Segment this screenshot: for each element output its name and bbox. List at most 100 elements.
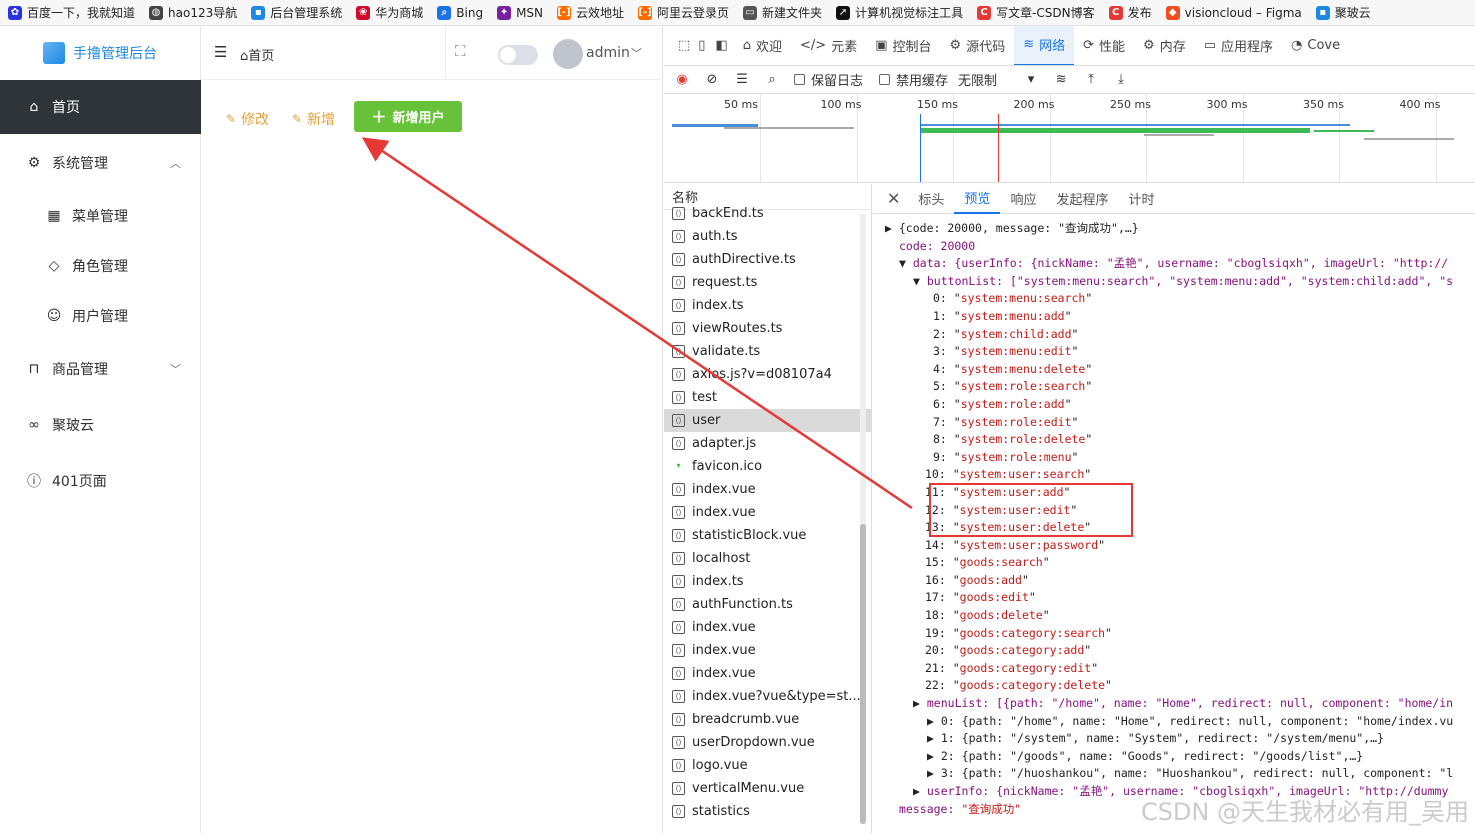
tab-devtools[interactable]: </> 元素 (791, 26, 866, 65)
search-icon[interactable]: ⌕ (764, 72, 780, 88)
sidebar-item-401[interactable]: ⓘ 401页面 (0, 454, 201, 508)
request-row[interactable]: ▾ favicon.ico (664, 455, 871, 478)
device-toggle-icon[interactable]: ▯ (694, 26, 709, 65)
breadcrumb[interactable]: ⌂首页 (240, 45, 274, 64)
request-row[interactable]: ⟨⟩ logo.vue (664, 754, 871, 777)
bookmark-item[interactable]: ➚ 计算机视觉标注工具 (836, 4, 963, 21)
close-icon[interactable]: ✕ (887, 184, 908, 214)
sidebar-item-jubo[interactable]: ∞ 聚玻云 (0, 398, 201, 452)
scrollbar-thumb[interactable] (860, 524, 866, 824)
request-row[interactable]: ⟨⟩ index.vue (664, 478, 871, 501)
edit-button[interactable]: ✎ 修改 (226, 109, 269, 129)
request-row[interactable]: ⟨⟩ axios.js?v=d08107a4 (664, 363, 871, 386)
bag-icon: ⊓ (28, 361, 40, 377)
bookmark-item[interactable]: ◆ visioncloud – Figma (1165, 5, 1302, 20)
bookmark-item[interactable]: ✿ 百度一下，我就知道 (8, 4, 135, 21)
upload-icon[interactable]: ⤒ (1083, 72, 1099, 88)
search-icon: ⌕ (437, 5, 452, 20)
tab-devtools[interactable]: ⟳ 性能 (1074, 26, 1134, 65)
record-icon[interactable]: ◉ (674, 72, 690, 88)
request-row[interactable]: ⟨⟩ breadcrumb.vue (664, 708, 871, 731)
wifi-settings-icon[interactable]: ≋ (1053, 72, 1069, 88)
request-row[interactable]: ⟨⟩ statistics (664, 800, 871, 823)
request-row[interactable]: ⟨⟩ validate.ts (664, 340, 871, 363)
json-root: ▶ {code: 20000, message: "查询成功",…} (885, 221, 1139, 235)
bookmark-item[interactable]: C 写文章-CSDN博客 (977, 4, 1095, 21)
request-row[interactable]: ⟨⟩ verticalMenu.vue (664, 777, 871, 800)
request-row[interactable]: ⟨⟩ adapter.js (664, 432, 871, 455)
tab-detail[interactable]: 发起程序 (1046, 184, 1118, 214)
sidebar-item-menu-mgmt[interactable]: ▦ 菜单管理 (0, 189, 201, 243)
filter-icon[interactable]: ☰ (734, 72, 750, 88)
request-row[interactable]: ⟨⟩ index.vue (664, 616, 871, 639)
tab-detail[interactable]: 响应 (1000, 184, 1046, 214)
tab-detail[interactable]: 预览 (954, 184, 1001, 214)
preserve-log-checkbox[interactable] (794, 74, 805, 85)
bookmark-item[interactable]: ◍ hao123导航 (149, 4, 237, 21)
sidebar-item-user-mgmt[interactable]: ☺ 用户管理 (0, 289, 201, 343)
sidebar-item-home[interactable]: ⌂ 首页 (0, 80, 201, 134)
request-row[interactable]: ⟨⟩ index.ts (664, 294, 871, 317)
tab-devtools[interactable]: ⌂ 欢迎 (734, 26, 791, 65)
dock-icon[interactable]: ◧ (709, 26, 733, 65)
plus-icon: ＋ (371, 108, 387, 126)
request-row[interactable]: ⟨⟩ authDirective.ts (664, 248, 871, 271)
logo[interactable]: 手撸管理后台 (0, 26, 200, 80)
tab-devtools[interactable]: ▣ 控制台 (866, 26, 940, 65)
bookmark-item[interactable]: [-] 云效地址 (557, 4, 624, 21)
request-row[interactable]: ⟨⟩ index.vue (664, 662, 871, 685)
bookmark-item[interactable]: ▪ 后台管理系统 (251, 4, 342, 21)
request-row[interactable]: ⟨⟩ authFunction.ts (664, 593, 871, 616)
chevron-down-icon: ﹀ (170, 363, 181, 376)
script-file-icon: ⟨⟩ (672, 575, 685, 588)
request-row[interactable]: ⟨⟩ auth.ts (664, 225, 871, 248)
sidebar-item-goods[interactable]: ⊓ 商品管理 ﹀ (0, 342, 201, 396)
timeline-bar (724, 127, 854, 129)
username[interactable]: admin (586, 45, 630, 61)
disable-cache-checkbox[interactable] (879, 74, 891, 85)
tab-devtools[interactable]: ≋ 网络 (1014, 26, 1075, 65)
throttle-select[interactable]: 无限制 (958, 70, 997, 89)
tab-detail[interactable]: 标头 (908, 184, 954, 214)
add-user-button[interactable]: ＋ 新增用户 (354, 101, 462, 132)
detail-tabs: ✕ 标头 预览 响应 发起程序 计时 (873, 184, 1475, 214)
avatar[interactable] (553, 39, 583, 69)
inspect-icon[interactable]: ⬚ (674, 26, 694, 65)
request-row[interactable]: ⟨⟩ viewRoutes.ts (664, 317, 871, 340)
request-row[interactable]: ⟨⟩ index.vue (664, 501, 871, 524)
request-row[interactable]: ⟨⟩ request.ts (664, 271, 871, 294)
request-row[interactable]: ⟨⟩ localhost (664, 547, 871, 570)
tab-devtools[interactable]: ▭ 应用程序 (1195, 26, 1282, 65)
request-row[interactable]: ⟨⟩ index.vue (664, 639, 871, 662)
bookmark-item[interactable]: ▭ 新建文件夹 (743, 4, 822, 21)
download-icon[interactable]: ⤓ (1113, 72, 1129, 88)
bookmark-item[interactable]: C 发布 (1108, 4, 1152, 21)
fullscreen-icon[interactable]: ⛶ (455, 42, 466, 60)
sidebar-item-role-mgmt[interactable]: ◇ 角色管理 (0, 239, 201, 293)
chevron-down-icon[interactable]: ▾ (1023, 72, 1039, 88)
bookmark-item[interactable]: [-] 阿里云登录页 (638, 4, 729, 21)
sidebar-item-system[interactable]: ⚙ 系统管理 ︿ (0, 136, 201, 190)
theme-toggle[interactable] (498, 45, 538, 65)
hamburger-icon[interactable]: ☰ (214, 43, 227, 61)
request-row[interactable]: ⟨⟩ index.ts (664, 570, 871, 593)
request-row[interactable]: ⟨⟩ userDropdown.vue (664, 731, 871, 754)
request-row[interactable]: ⟨⟩ backEnd.ts (664, 202, 871, 225)
tab-devtools[interactable]: ⚙ 源代码 (941, 26, 1015, 65)
clear-icon[interactable]: ⊘ (704, 72, 720, 88)
tab-detail[interactable]: 计时 (1118, 184, 1164, 214)
add-button[interactable]: ✎ 新增 (292, 109, 335, 129)
bookmark-item[interactable]: ❀ 华为商城 (356, 4, 423, 21)
tab-devtools[interactable]: ⚙ 内存 (1134, 26, 1195, 65)
chevron-down-icon[interactable]: ﹀ (631, 45, 642, 61)
tab-devtools[interactable]: ◔ Cove (1282, 26, 1349, 65)
bookmark-item[interactable]: ⌕ Bing (437, 5, 483, 20)
request-row[interactable]: ⟨⟩ test (664, 386, 871, 409)
request-row[interactable]: ⟨⟩ statisticBlock.vue (664, 524, 871, 547)
bookmark-item[interactable]: ✦ MSN (497, 5, 543, 20)
request-row[interactable]: ⟨⟩ index.vue?vue&type=st... (664, 685, 871, 708)
bookmark-item[interactable]: ▪ 聚玻云 (1315, 4, 1371, 21)
request-row[interactable]: ⟨⟩ user (664, 409, 871, 432)
disable-cache-label: 禁用缓存 (896, 74, 949, 89)
network-timeline[interactable]: 50 ms 100 ms 150 ms 200 ms 250 ms 300 ms 350 m… (664, 94, 1475, 183)
